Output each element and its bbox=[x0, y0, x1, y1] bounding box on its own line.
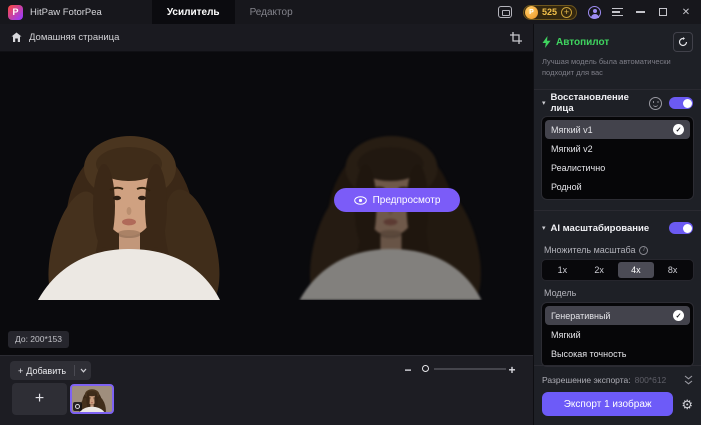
autopilot-header: Автопилот bbox=[542, 32, 693, 52]
face-model-option[interactable]: Мягкий v2 bbox=[545, 139, 690, 158]
close-button[interactable]: ✕ bbox=[680, 6, 692, 18]
add-label: Добавить bbox=[26, 365, 67, 376]
zoom-out-button[interactable]: − bbox=[402, 363, 414, 377]
scale-2x[interactable]: 2x bbox=[581, 262, 618, 278]
face-restoration-header[interactable]: ▾ Восстановление лица bbox=[542, 92, 693, 114]
image-thumbnail[interactable] bbox=[70, 384, 114, 414]
ai-upscaling-toggle[interactable] bbox=[669, 222, 693, 234]
scale-4x[interactable]: 4x bbox=[617, 262, 655, 278]
scale-multiplier-group: 1x 2x 4x 8x bbox=[541, 259, 694, 281]
zoom-slider-track[interactable] bbox=[434, 368, 506, 370]
home-label[interactable]: Домашняя страница bbox=[29, 32, 119, 43]
bottom-bar: + Добавить − + + bbox=[0, 355, 533, 425]
lightning-icon bbox=[542, 36, 551, 48]
scale-1x[interactable]: 1x bbox=[544, 262, 581, 278]
compare-canvas: До: 200*153 Предпросмотр bbox=[0, 52, 533, 355]
preview-button[interactable]: Предпросмотр bbox=[334, 188, 460, 212]
screenshot-icon[interactable] bbox=[497, 6, 512, 18]
check-icon: ✓ bbox=[673, 310, 684, 321]
account-icon[interactable] bbox=[588, 5, 601, 19]
add-dropdown-chevron-icon[interactable] bbox=[75, 361, 91, 380]
eye-icon bbox=[353, 195, 367, 205]
upscale-model-option[interactable]: Высокая точность bbox=[545, 344, 690, 363]
upscale-model-option[interactable]: Генеративный ✓ bbox=[545, 306, 690, 325]
titlebar-actions: P 525 + ✕ bbox=[497, 4, 701, 20]
divider bbox=[534, 365, 701, 366]
preview-label: Предпросмотр bbox=[372, 194, 441, 206]
expand-chevron-icon[interactable] bbox=[684, 375, 693, 385]
scale-8x[interactable]: 8x bbox=[654, 262, 691, 278]
thumbnail-status-icon bbox=[73, 402, 82, 411]
export-resolution-row: Разрешение экспорта: 800*612 bbox=[542, 373, 693, 387]
gear-icon[interactable]: ⚙ bbox=[681, 398, 693, 411]
autopilot-title: Автопилот bbox=[556, 36, 610, 48]
face-model-option[interactable]: Реалистично bbox=[545, 158, 690, 177]
face-model-list: Мягкий v1 ✓ Мягкий v2 Реалистично Родной bbox=[541, 116, 694, 200]
tab-editor[interactable]: Редактор bbox=[235, 0, 308, 24]
credits-badge[interactable]: P 525 + bbox=[522, 4, 577, 20]
upscale-model-option[interactable]: Мягкий bbox=[545, 325, 690, 344]
face-restoration-title: Восстановление лица bbox=[550, 92, 629, 114]
tab-enhancer[interactable]: Усилитель bbox=[151, 0, 235, 24]
refresh-button[interactable] bbox=[673, 32, 693, 52]
zoom-slider-knob[interactable] bbox=[422, 365, 429, 372]
settings-sidebar: Автопилот Лучшая модель была автоматичес… bbox=[533, 24, 701, 425]
export-row: Экспорт 1 изображ ⚙ bbox=[542, 392, 693, 416]
divider bbox=[534, 210, 701, 211]
before-resolution-badge: До: 200*153 bbox=[8, 331, 69, 348]
upscale-model-list: Генеративный ✓ Мягкий Высокая точность bbox=[541, 302, 694, 367]
caret-down-icon[interactable]: ▾ bbox=[542, 99, 546, 107]
model-label: Модель bbox=[544, 288, 577, 298]
ai-upscaling-title: AI масштабирование bbox=[550, 222, 650, 234]
add-image-tile[interactable]: + bbox=[12, 383, 67, 415]
plus-icon: + bbox=[18, 365, 24, 376]
export-button[interactable]: Экспорт 1 изображ bbox=[542, 392, 674, 416]
maximize-button[interactable] bbox=[657, 6, 669, 18]
title-bar: P HitPaw FotorPea Усилитель Редактор P 5… bbox=[0, 0, 701, 24]
add-image-button[interactable]: + Добавить bbox=[10, 361, 92, 380]
face-icon bbox=[649, 96, 662, 110]
info-icon[interactable]: i bbox=[639, 245, 649, 255]
app-logo-icon: P bbox=[8, 4, 23, 20]
multiplier-label: Множитель масштаба i bbox=[544, 245, 649, 255]
divider bbox=[534, 89, 701, 90]
main-tabs: Усилитель Редактор bbox=[151, 0, 308, 24]
caret-down-icon[interactable]: ▾ bbox=[542, 224, 546, 232]
menu-icon[interactable] bbox=[612, 7, 623, 17]
ai-upscaling-header[interactable]: ▾ AI масштабирование bbox=[542, 220, 693, 236]
check-icon: ✓ bbox=[673, 124, 684, 135]
minimize-button[interactable] bbox=[634, 6, 646, 18]
export-resolution-label: Разрешение экспорта: bbox=[542, 375, 631, 385]
before-photo bbox=[0, 98, 259, 300]
add-credits-icon[interactable]: + bbox=[561, 6, 572, 18]
coin-icon: P bbox=[524, 5, 538, 19]
zoom-in-button[interactable]: + bbox=[506, 363, 518, 377]
home-icon[interactable] bbox=[11, 32, 22, 43]
refresh-icon bbox=[678, 37, 688, 47]
export-resolution-value: 800*612 bbox=[634, 375, 667, 385]
autopilot-description: Лучшая модель была автоматически подходи… bbox=[542, 57, 671, 77]
app-title: HitPaw FotorPea bbox=[30, 6, 102, 18]
face-model-option[interactable]: Мягкий v1 ✓ bbox=[545, 120, 690, 139]
nav-bar: Домашняя страница bbox=[0, 24, 533, 52]
crop-icon[interactable] bbox=[507, 29, 525, 47]
face-restoration-toggle[interactable] bbox=[669, 97, 693, 109]
credits-count: 525 bbox=[541, 7, 557, 17]
app-window: P HitPaw FotorPea Усилитель Редактор P 5… bbox=[0, 0, 701, 425]
face-model-option[interactable]: Родной bbox=[545, 177, 690, 196]
